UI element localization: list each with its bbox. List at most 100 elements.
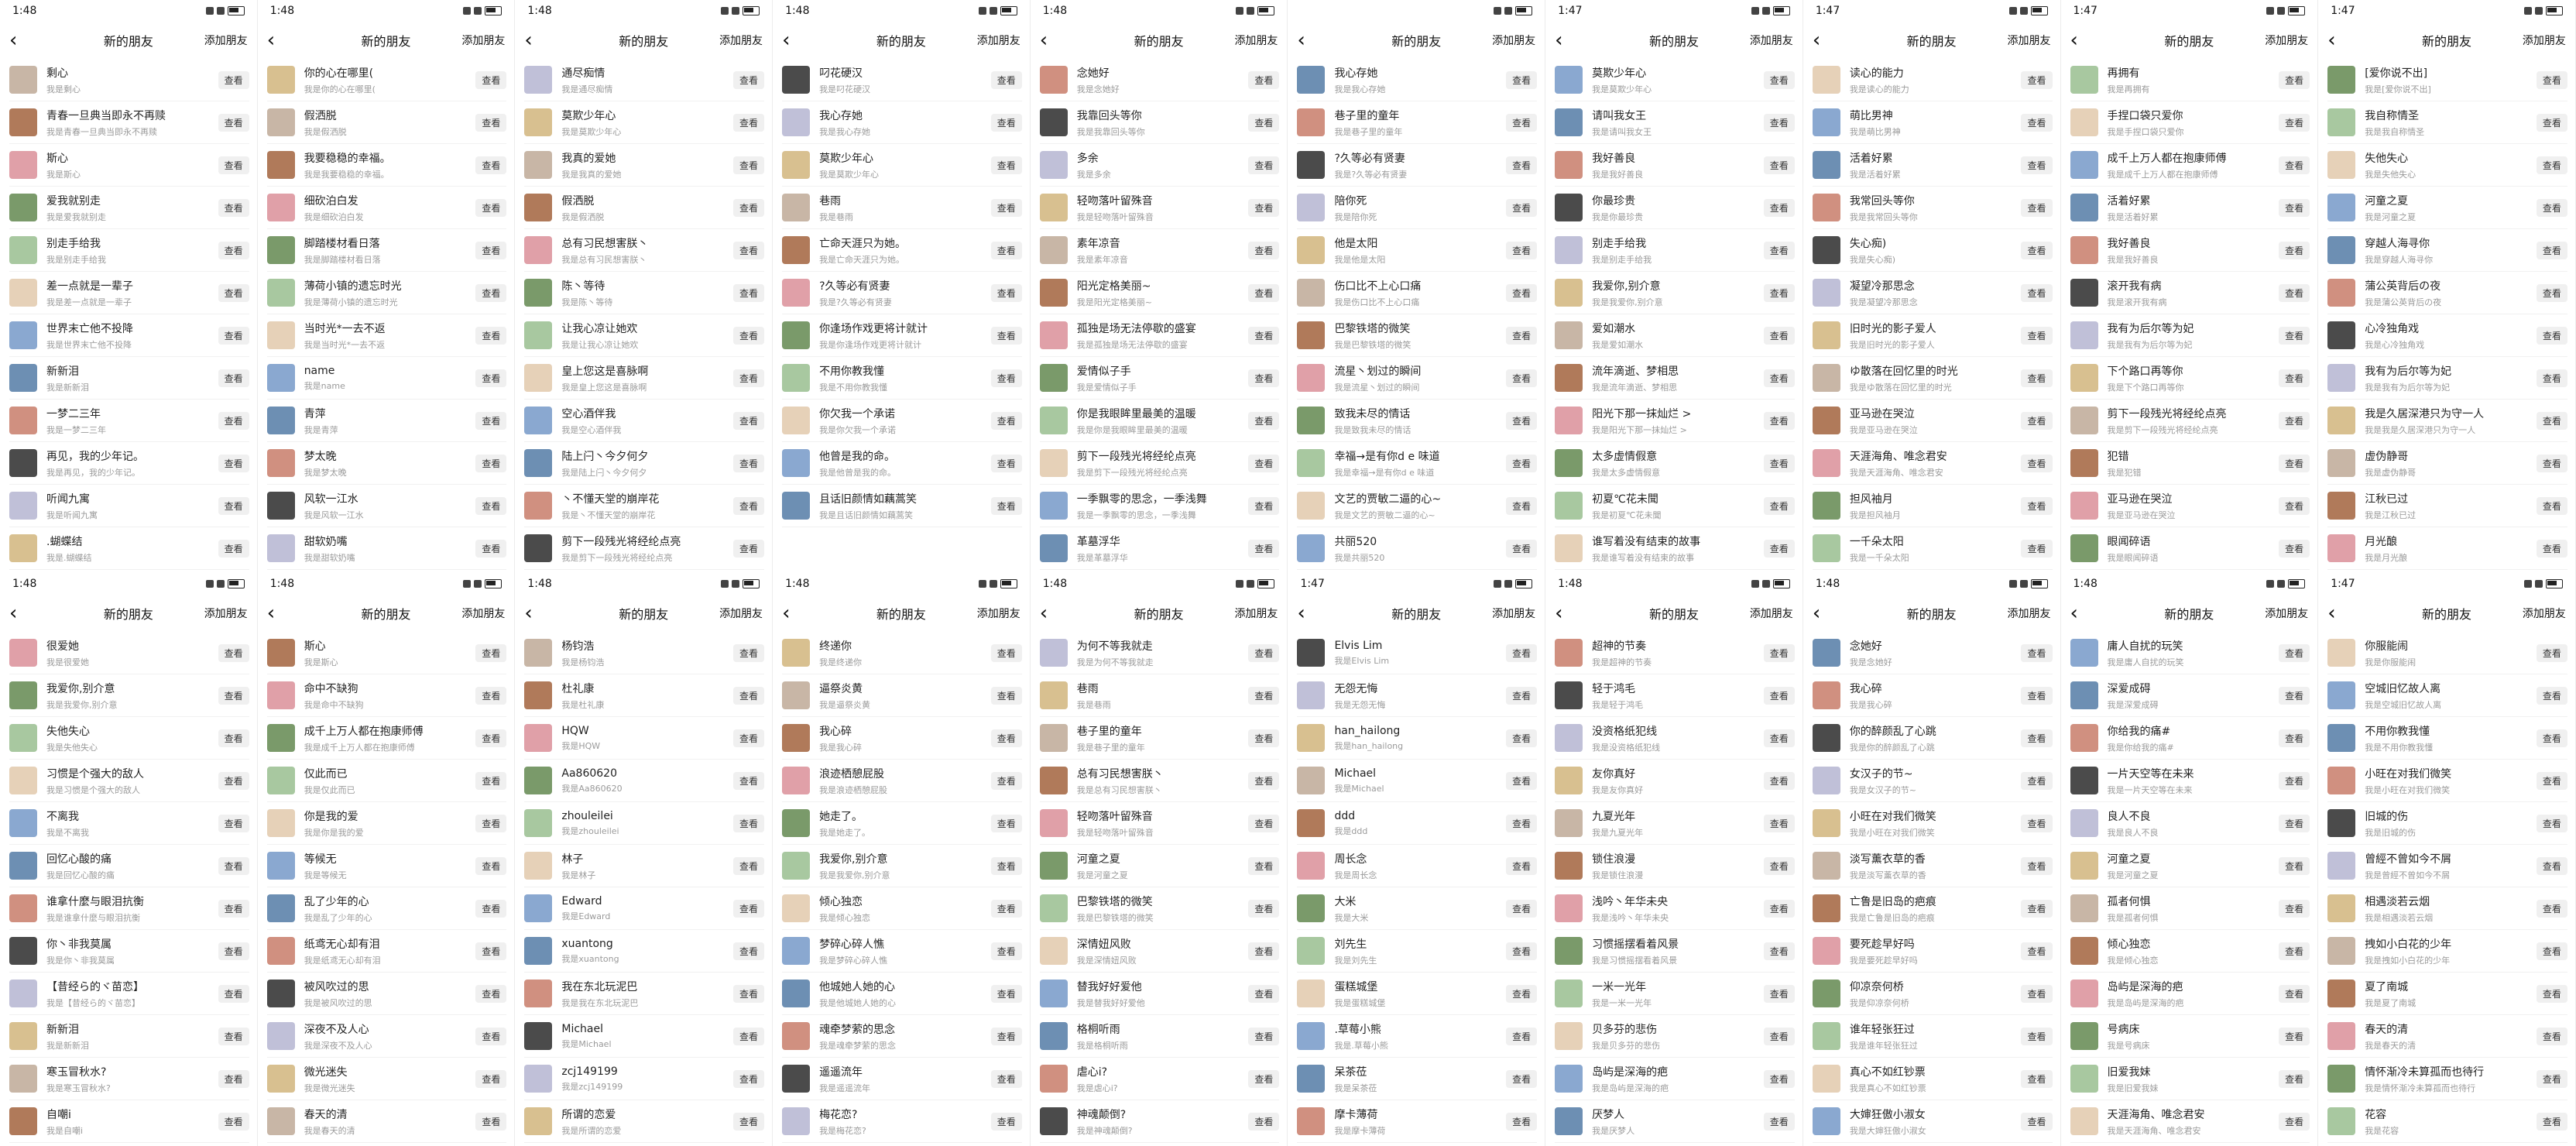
view-button[interactable]: 查看	[475, 411, 507, 430]
view-button[interactable]: 查看	[2279, 899, 2310, 918]
view-button[interactable]: 查看	[1506, 1112, 1538, 1131]
view-button[interactable]: 查看	[1763, 1069, 1795, 1088]
list-item[interactable]: 叼花硬汉 我是叼花硬汉 查看	[782, 59, 1022, 101]
view-button[interactable]: 查看	[475, 369, 507, 387]
view-button[interactable]: 查看	[1506, 729, 1538, 747]
list-item[interactable]: zcj149199 我是zcj149199 查看	[524, 1058, 765, 1100]
list-item[interactable]: 神魂颠倒? 我是神魂颠倒? 查看	[1039, 1100, 1280, 1143]
view-button[interactable]: 查看	[990, 496, 1022, 515]
list-item[interactable]: 丶不懂天堂的崩岸花 我是丶不懂天堂的崩岸花 查看	[524, 485, 765, 527]
view-button[interactable]: 查看	[733, 942, 765, 960]
view-button[interactable]: 查看	[218, 369, 249, 387]
list-item[interactable]: Michael 我是Michael 查看	[524, 1015, 765, 1058]
view-button[interactable]: 查看	[1248, 1069, 1280, 1088]
view-button[interactable]: 查看	[2536, 643, 2567, 662]
view-button[interactable]: 查看	[1763, 113, 1795, 132]
view-button[interactable]: 查看	[218, 70, 249, 89]
back-icon[interactable]: ‹	[1040, 603, 1058, 623]
view-button[interactable]: 查看	[1248, 771, 1280, 790]
view-button[interactable]: 查看	[733, 856, 765, 875]
view-button[interactable]: 查看	[990, 411, 1022, 430]
list-item[interactable]: 你逢场作戏更将计就计 我是你逢场作戏更将计就计 查看	[782, 314, 1022, 357]
list-item[interactable]: 相遇淡若云烟 我是相遇淡若云烟 查看	[2327, 887, 2567, 930]
view-button[interactable]: 查看	[2021, 198, 2053, 217]
view-button[interactable]: 查看	[218, 411, 249, 430]
view-button[interactable]: 查看	[475, 1027, 507, 1045]
view-button[interactable]: 查看	[1248, 369, 1280, 387]
list-item[interactable]: 所谓的恋爱 我是所谓的恋爱 查看	[524, 1100, 765, 1143]
view-button[interactable]: 查看	[2536, 496, 2567, 515]
view-button[interactable]: 查看	[475, 70, 507, 89]
view-button[interactable]: 查看	[2021, 643, 2053, 662]
view-button[interactable]: 查看	[1506, 899, 1538, 918]
view-button[interactable]: 查看	[1763, 942, 1795, 960]
list-item[interactable]: 梦太晚 我是梦太晚 查看	[266, 442, 507, 485]
view-button[interactable]: 查看	[1763, 1112, 1795, 1131]
list-item[interactable]: 友你真好 我是友你真好 查看	[1555, 760, 1795, 802]
list-item[interactable]: 流年滴逝、梦相思 我是流年滴逝、梦相思 查看	[1555, 357, 1795, 400]
view-button[interactable]: 查看	[475, 984, 507, 1003]
list-item[interactable]: zhouleilei 我是zhouleilei 查看	[524, 802, 765, 845]
view-button[interactable]: 查看	[2279, 283, 2310, 302]
list-item[interactable]: 亚马逊在哭泣 我是亚马逊在哭泣 查看	[2070, 485, 2310, 527]
list-item[interactable]: 要死趁早好吗 我是要死趁早好吗 查看	[1812, 930, 2053, 973]
back-icon[interactable]: ‹	[2070, 30, 2089, 50]
view-button[interactable]: 查看	[2021, 1069, 2053, 1088]
view-button[interactable]: 查看	[1763, 984, 1795, 1003]
view-button[interactable]: 查看	[2021, 496, 2053, 515]
back-icon[interactable]: ‹	[9, 603, 28, 623]
list-item[interactable]: 担风袖月 我是担风袖月 查看	[1812, 485, 2053, 527]
view-button[interactable]: 查看	[218, 686, 249, 705]
view-button[interactable]: 查看	[1506, 454, 1538, 472]
list-item[interactable]: 下个路口再等你 我是下个路口再等你 查看	[2070, 357, 2310, 400]
list-item[interactable]: 假洒脱 我是假洒脱 查看	[266, 101, 507, 144]
list-item[interactable]: 素年凉音 我是素年凉音 查看	[1039, 229, 1280, 272]
view-button[interactable]: 查看	[218, 283, 249, 302]
list-item[interactable]: 河童之夏 我是河童之夏 查看	[2070, 845, 2310, 887]
list-item[interactable]: HQW 我是HQW 查看	[524, 717, 765, 760]
list-item[interactable]: 春天的清 我是春天的清 查看	[266, 1100, 507, 1143]
back-icon[interactable]: ‹	[9, 30, 28, 50]
list-item[interactable]: 九夏光年 我是九夏光年 查看	[1555, 802, 1795, 845]
add-friend-button[interactable]: 添加朋友	[1492, 33, 1535, 48]
list-item[interactable]: 我好善良 我是我好善良 查看	[2070, 229, 2310, 272]
list-item[interactable]: 谁写着没有结束的故事 我是谁写着没有结束的故事 查看	[1555, 527, 1795, 570]
view-button[interactable]: 查看	[990, 241, 1022, 259]
list-item[interactable]: 梅花恋? 我是梅花恋? 查看	[782, 1100, 1022, 1143]
list-item[interactable]: 没资格纸犯线 我是没资格纸犯线 查看	[1555, 717, 1795, 760]
view-button[interactable]: 查看	[2279, 856, 2310, 875]
list-item[interactable]: 旧城的伤 我是旧城的伤 查看	[2327, 802, 2567, 845]
list-item[interactable]: 我要稳稳的幸福。 我是我要稳稳的幸福。 查看	[266, 144, 507, 187]
list-item[interactable]: 伤口比不上心口痛 我是伤口比不上心口痛 查看	[1297, 272, 1538, 314]
list-item[interactable]: 小旺在对我们微笑 我是小旺在对我们微笑 查看	[1812, 802, 2053, 845]
view-button[interactable]: 查看	[218, 326, 249, 345]
view-button[interactable]: 查看	[218, 984, 249, 1003]
view-button[interactable]: 查看	[2021, 70, 2053, 89]
view-button[interactable]: 查看	[2536, 1112, 2567, 1131]
view-button[interactable]: 查看	[1248, 729, 1280, 747]
view-button[interactable]: 查看	[2021, 241, 2053, 259]
list-item[interactable]: 月光酿 我是月光酿 查看	[2327, 527, 2567, 570]
view-button[interactable]: 查看	[990, 686, 1022, 705]
add-friend-button[interactable]: 添加朋友	[2008, 606, 2051, 621]
list-item[interactable]: 别走手给我 我是别走手给我 查看	[1555, 229, 1795, 272]
list-item[interactable]: 轻于鸿毛 我是轻于鸿毛 查看	[1555, 674, 1795, 717]
list-item[interactable]: 习惯摇摆看着风景 我是习惯摇摆看着风景 查看	[1555, 930, 1795, 973]
list-item[interactable]: 青萍 我是青萍 查看	[266, 400, 507, 442]
view-button[interactable]: 查看	[2021, 729, 2053, 747]
view-button[interactable]: 查看	[218, 771, 249, 790]
list-item[interactable]: 回忆心酸的痛 我是回忆心酸的痛 查看	[9, 845, 249, 887]
view-button[interactable]: 查看	[1506, 1069, 1538, 1088]
back-icon[interactable]: ‹	[524, 30, 543, 50]
view-button[interactable]: 查看	[475, 198, 507, 217]
view-button[interactable]: 查看	[1248, 70, 1280, 89]
list-item[interactable]: 念她好 我是念她好 查看	[1039, 59, 1280, 101]
list-item[interactable]: 【昔经ら的ヾ苗恋】 我是【昔经ら的ヾ苗恋】 查看	[9, 973, 249, 1015]
list-item[interactable]: 别走手给我 我是别走手给我 查看	[9, 229, 249, 272]
list-item[interactable]: 孤独是场无法停歇的盛宴 我是孤独是场无法停歇的盛宴 查看	[1039, 314, 1280, 357]
view-button[interactable]: 查看	[1248, 1027, 1280, 1045]
list-item[interactable]: 细砍泊白发 我是细砍泊白发 查看	[266, 187, 507, 229]
list-item[interactable]: 你的心在哪里(我是你的心在哪里(查看	[266, 59, 507, 101]
view-button[interactable]: 查看	[475, 729, 507, 747]
list-item[interactable]: 巴黎铁塔的微笑 我是巴黎铁塔的微笑 查看	[1297, 314, 1538, 357]
